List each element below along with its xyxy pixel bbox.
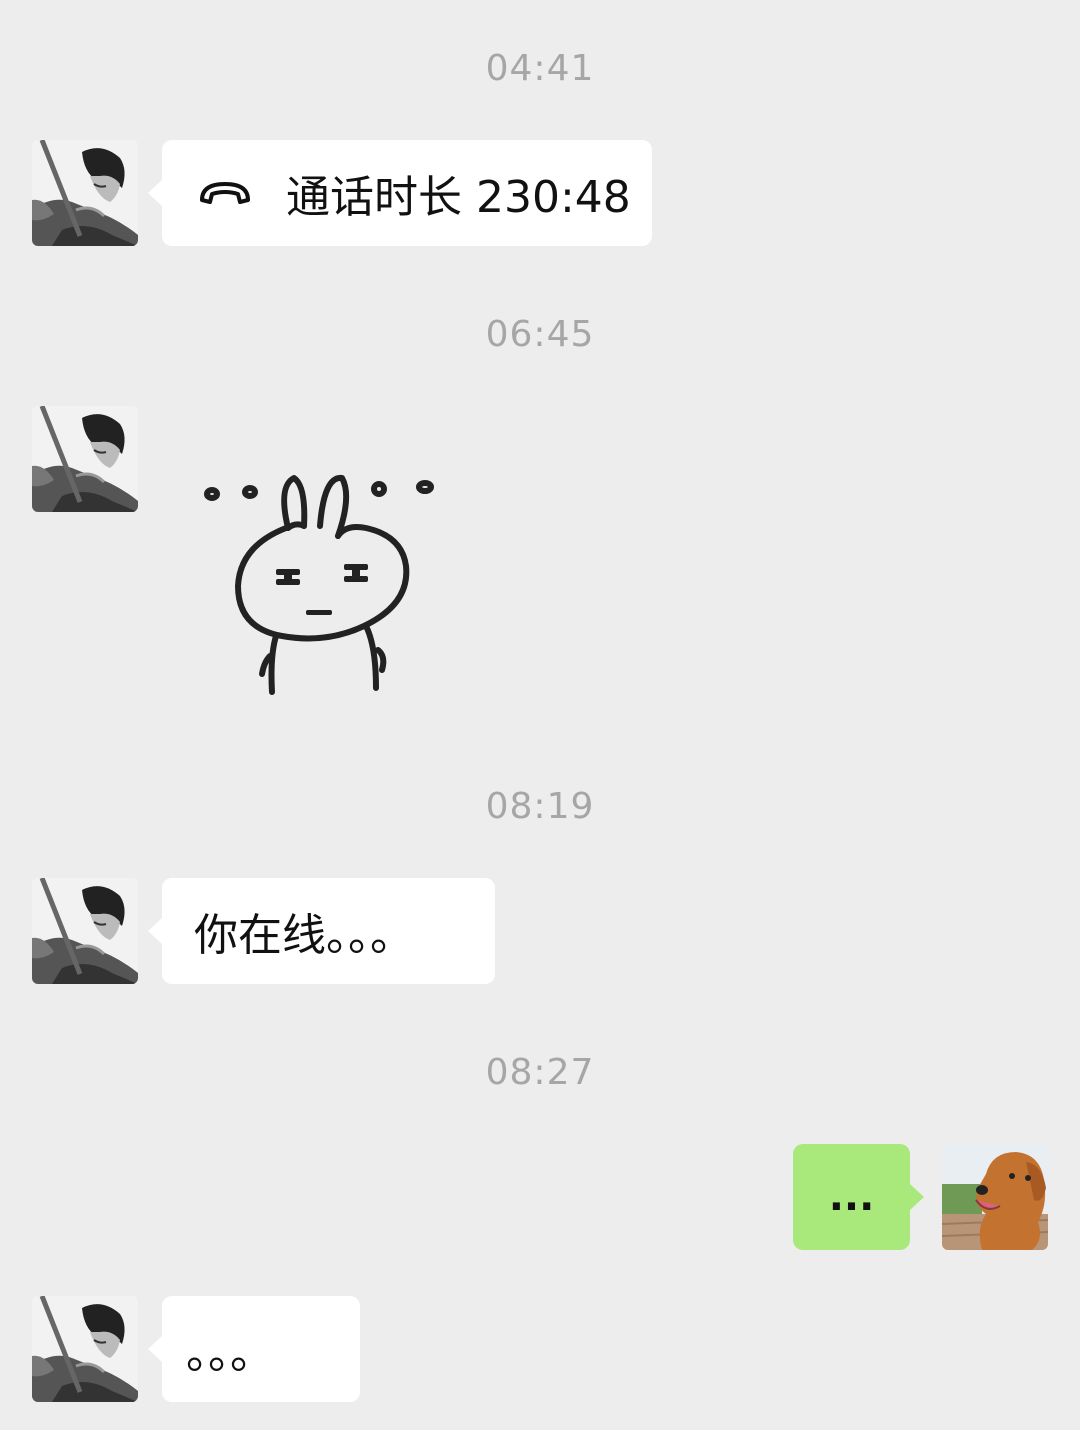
contact-avatar-icon (32, 406, 138, 512)
contact-avatar[interactable] (32, 406, 138, 512)
message-text: ... (828, 1174, 875, 1220)
message-text: 你在线。。。 (194, 910, 414, 961)
timestamp: 04:41 (485, 48, 595, 89)
my-avatar[interactable] (942, 1144, 1048, 1250)
contact-avatar-icon (32, 878, 138, 984)
contact-avatar[interactable] (32, 878, 138, 984)
incoming-message-bubble[interactable]: 。。。 (148, 1296, 360, 1402)
contact-avatar-icon (32, 1296, 138, 1402)
contact-avatar-icon (32, 140, 138, 246)
outgoing-message-bubble[interactable]: ... (793, 1144, 924, 1250)
call-duration-text: 通话时长 230:48 (286, 172, 631, 223)
timestamp: 06:45 (485, 314, 595, 355)
rabbit-sticker[interactable] (196, 466, 446, 702)
incoming-message-bubble[interactable]: 你在线。。。 (148, 878, 495, 984)
message-text: 。。。 (186, 1328, 274, 1379)
dog-avatar-icon (942, 1144, 1048, 1250)
contact-avatar[interactable] (32, 140, 138, 246)
contact-avatar[interactable] (32, 1296, 138, 1402)
call-record-bubble[interactable]: 通话时长 230:48 (148, 140, 652, 246)
timestamp: 08:19 (485, 786, 595, 827)
timestamp: 08:27 (485, 1052, 595, 1093)
phone-hangup-icon (200, 182, 250, 204)
